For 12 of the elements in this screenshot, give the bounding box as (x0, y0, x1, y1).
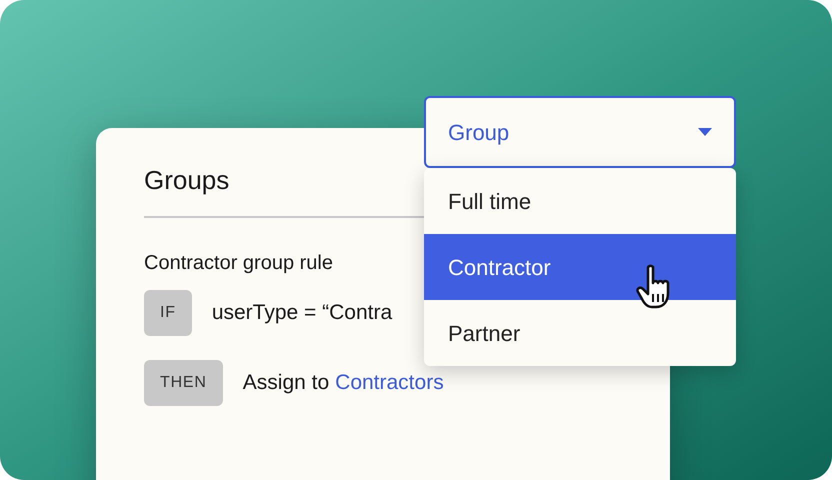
rule-text: Assign to (242, 370, 330, 396)
rule-text: userType = “Contra (212, 300, 392, 326)
card-title: Groups (144, 164, 230, 196)
menu-option[interactable]: Full time (424, 168, 736, 234)
rule-title: Contractor group rule (144, 251, 333, 276)
caret-icon (698, 128, 712, 136)
menu-option[interactable]: Contractor (424, 234, 736, 300)
keyword-badge: THEN (144, 360, 223, 406)
keyword-badge: IF (144, 290, 192, 336)
group-link[interactable]: Contractors (335, 367, 444, 399)
group-select[interactable]: Group (424, 96, 736, 168)
menu-option[interactable]: Partner (424, 300, 736, 366)
